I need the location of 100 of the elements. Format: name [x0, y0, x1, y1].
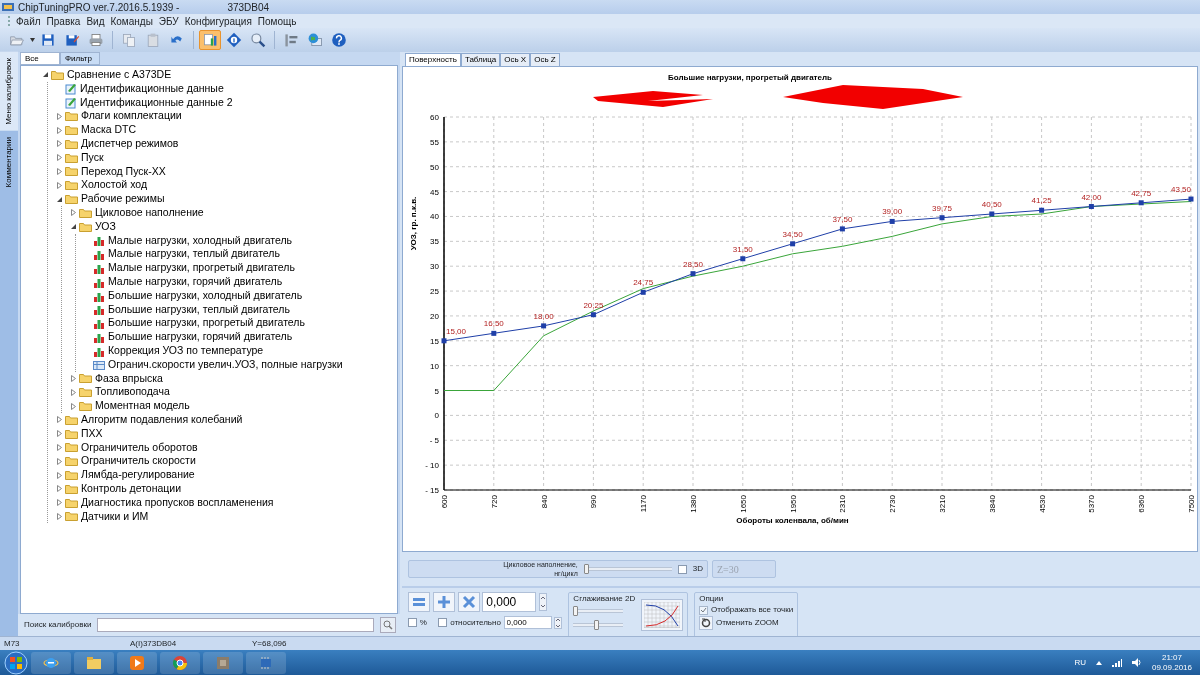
tree-item-label[interactable]: Идентификационные данные: [80, 80, 224, 97]
filter-tab[interactable]: Все: [20, 52, 60, 65]
slider-thumb[interactable]: [573, 606, 579, 616]
expand-arrow-icon[interactable]: [56, 485, 63, 493]
tree-item-label[interactable]: Идентификационные данные 2: [80, 94, 233, 111]
data-point[interactable]: [1188, 196, 1194, 202]
view-tab[interactable]: Поверхность: [405, 53, 461, 66]
data-point[interactable]: [590, 312, 596, 318]
tree-item-label[interactable]: Флаги комплектации: [81, 108, 182, 125]
checkbox[interactable]: [408, 618, 417, 627]
collapse-arrow-icon[interactable]: [70, 223, 77, 231]
operation-button[interactable]: [408, 592, 430, 612]
menu-item[interactable]: Помощь: [257, 13, 297, 29]
data-point[interactable]: [790, 241, 796, 247]
slider-thumb[interactable]: [583, 564, 589, 574]
data-point[interactable]: [491, 330, 497, 336]
expand-arrow-icon[interactable]: [70, 374, 77, 382]
checkbox[interactable]: [677, 564, 687, 574]
tree-item-label[interactable]: Диспетчер режимов: [81, 136, 179, 152]
slider-thumb[interactable]: [593, 620, 599, 630]
network-signal-icon[interactable]: [1111, 658, 1122, 667]
tree-item-label[interactable]: Коррекция УОЗ по температуре: [108, 342, 264, 359]
checkbox[interactable]: [438, 618, 448, 627]
expand-arrow-icon[interactable]: [56, 471, 63, 479]
expand-arrow-icon[interactable]: [70, 209, 77, 217]
menu-item[interactable]: ЭБУ: [158, 13, 179, 29]
tree-item-label[interactable]: Пуск: [81, 149, 104, 166]
tree-item-label[interactable]: Большие нагрузки, прогретый двигатель: [108, 315, 305, 332]
side-tab[interactable]: Меню калибровок: [0, 52, 18, 131]
slider-track[interactable]: [573, 606, 624, 616]
tree-item-label[interactable]: Большие нагрузки, холодный двигатель: [108, 287, 303, 304]
data-point[interactable]: [640, 289, 646, 295]
data-point[interactable]: [1088, 204, 1094, 209]
tree-item-label[interactable]: Ограничитель скорости: [81, 453, 196, 470]
tree-item-label[interactable]: Лямбда-регулирование: [81, 467, 195, 483]
view-tab[interactable]: Таблица: [460, 53, 501, 66]
taskbar-app[interactable]: [74, 651, 114, 674]
checkbox[interactable]: [699, 605, 709, 615]
tree-item-label[interactable]: ПХХ: [81, 425, 103, 442]
data-point[interactable]: [1138, 200, 1144, 206]
menu-item[interactable]: Вид: [86, 13, 105, 29]
caret-icon[interactable]: [30, 38, 35, 42]
taskbar-app[interactable]: [31, 651, 71, 674]
taskbar-app[interactable]: [246, 651, 286, 674]
expand-arrow-icon[interactable]: [56, 457, 63, 465]
tree-item-label[interactable]: Моментная модель: [95, 398, 190, 414]
curve-preview-button[interactable]: [641, 599, 684, 631]
tree-item-label[interactable]: Топливоподача: [95, 384, 170, 401]
data-point[interactable]: [1039, 207, 1045, 213]
tree-item-label[interactable]: Фаза впрыска: [95, 370, 163, 387]
tree-item-label[interactable]: Алгоритм подавления колебаний: [81, 411, 243, 428]
data-point[interactable]: [740, 256, 746, 262]
menu-item[interactable]: Файл: [16, 13, 41, 29]
data-point[interactable]: [690, 271, 696, 277]
data-point[interactable]: [541, 323, 547, 329]
slider-track[interactable]: [583, 564, 672, 574]
expand-arrow-icon[interactable]: [56, 499, 63, 507]
data-point[interactable]: [839, 226, 845, 232]
tree-item-label[interactable]: Малые нагрузки, теплый двигатель: [108, 246, 280, 263]
data-point[interactable]: [989, 211, 995, 217]
tree-item-label[interactable]: Сравнение с A373DE: [67, 67, 172, 83]
taskbar-app[interactable]: [117, 651, 157, 674]
start-button[interactable]: [4, 650, 28, 675]
language-indicator[interactable]: RU: [1074, 656, 1086, 669]
collapse-arrow-icon[interactable]: [42, 71, 49, 79]
expand-arrow-icon[interactable]: [56, 154, 63, 162]
tree-item-label[interactable]: Огранич.скорости увелич.УОЗ, полные нагрузки: [108, 356, 343, 373]
expand-arrow-icon[interactable]: [56, 140, 63, 148]
expand-arrow-icon[interactable]: [56, 167, 63, 175]
toolbar-button[interactable]: [199, 30, 221, 50]
tree-item-label[interactable]: Холостой ход: [81, 177, 147, 194]
expand-arrow-icon[interactable]: [56, 112, 63, 120]
tree-item-label[interactable]: Маска DTC: [81, 122, 137, 138]
operation-button[interactable]: [432, 592, 455, 612]
view-tab[interactable]: Ось Z: [530, 53, 560, 66]
tree-item-label[interactable]: Малые нагрузки, горячий двигатель: [108, 274, 283, 290]
spinner-arrows[interactable]: [554, 616, 563, 629]
search-button[interactable]: [380, 617, 396, 633]
collapse-arrow-icon[interactable]: [56, 195, 63, 203]
tree-item-label[interactable]: УОЗ: [95, 218, 116, 235]
expand-arrow-icon[interactable]: [70, 402, 77, 410]
data-point[interactable]: [939, 215, 945, 221]
taskbar-app[interactable]: [160, 651, 200, 674]
tree-item-label[interactable]: Диагностика пропусков воспламенения: [81, 494, 274, 511]
menu-item[interactable]: Правка: [46, 13, 81, 29]
data-point[interactable]: [441, 338, 447, 344]
reset-zoom-button[interactable]: [699, 616, 714, 630]
search-field[interactable]: [97, 618, 374, 632]
expand-arrow-icon[interactable]: [56, 181, 63, 189]
tree-item-label[interactable]: Малые нагрузки, холодный двигатель: [108, 232, 293, 249]
tree-item-label[interactable]: Цикловое наполнение: [95, 205, 204, 221]
expand-arrow-icon[interactable]: [56, 126, 63, 134]
tree-item-label[interactable]: Малые нагрузки, прогретый двигатель: [108, 260, 295, 276]
show-hidden-icons[interactable]: [1095, 660, 1102, 665]
relative-value-field[interactable]: 0,000: [503, 616, 552, 629]
clock[interactable]: 21:07 09.09.2016: [1151, 652, 1192, 673]
value-field[interactable]: 0,000: [482, 592, 537, 612]
view-tab[interactable]: Ось X: [500, 53, 531, 66]
tree-item-label[interactable]: Большие нагрузки, горячий двигатель: [108, 329, 293, 345]
menu-item[interactable]: Команды: [110, 13, 153, 29]
